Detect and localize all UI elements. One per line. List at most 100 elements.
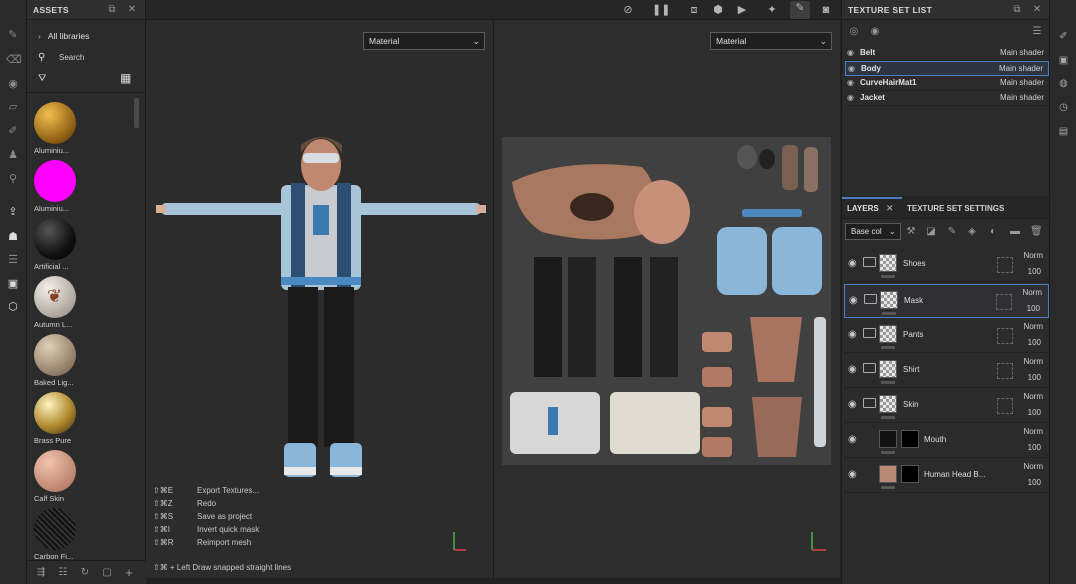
blend-mode-select[interactable]: Norm (1023, 462, 1043, 471)
close-tab-icon[interactable]: ✕ (886, 203, 894, 214)
viewport-2d[interactable]: Material ⌄ (494, 20, 840, 578)
material-item[interactable]: Brass Pure (34, 392, 94, 445)
layer-mask-slot[interactable] (997, 328, 1013, 344)
refresh-icon[interactable]: ↻ (79, 567, 91, 579)
cube-icon[interactable]: ⬡ (6, 300, 20, 314)
scrollbar[interactable] (134, 98, 139, 128)
visibility-toggle-icon[interactable]: ◎ (848, 26, 860, 38)
layer-row-selected[interactable]: ◉ Mask Norm 100 (844, 284, 1049, 318)
opacity-value[interactable]: 100 (1028, 267, 1041, 276)
eye-icon[interactable]: ◉ (849, 295, 858, 306)
layer-row[interactable]: ◉ Shirt Norm 100 (844, 354, 1049, 388)
clone-icon[interactable]: ♟ (6, 148, 20, 162)
eye-icon[interactable]: ◉ (848, 434, 857, 445)
shader-name[interactable]: Main shader (999, 62, 1043, 76)
close-icon[interactable]: ✕ (1031, 4, 1043, 16)
add-paint-layer-icon[interactable]: ✎ (946, 226, 958, 238)
add-fill-layer-icon[interactable]: ◈ (966, 226, 978, 238)
screenshot-icon[interactable]: ◙ (818, 3, 834, 17)
properties-icon[interactable]: ✐ (1057, 30, 1070, 43)
layer-row[interactable]: ◉ Pants Norm 100 (844, 319, 1049, 353)
shader-name[interactable]: Main shader (1000, 91, 1044, 105)
blend-mode-select[interactable]: Norm (1023, 427, 1043, 436)
camera-icon[interactable]: ▶ (734, 3, 750, 17)
opacity-value[interactable]: 100 (1028, 478, 1041, 487)
display-settings-icon[interactable]: ▣ (1057, 54, 1070, 67)
undock-icon[interactable]: ⧉ (106, 4, 118, 16)
shader-name[interactable]: Main shader (1000, 76, 1044, 90)
import-icon[interactable]: ⇶ (35, 567, 47, 579)
eye-icon[interactable]: ◉ (848, 62, 855, 76)
layer-mask-slot[interactable] (997, 398, 1013, 414)
folder-icon[interactable] (864, 294, 877, 304)
log-icon[interactable]: ▤ (1057, 125, 1070, 138)
paint-mode-icon[interactable]: ✎ (790, 1, 810, 19)
breadcrumb[interactable]: › All libraries (38, 31, 89, 41)
opacity-value[interactable]: 100 (1027, 304, 1040, 313)
blend-mode-select[interactable]: Norm (1023, 251, 1043, 260)
material-item[interactable]: Calf Skin (34, 450, 94, 503)
eye-icon[interactable]: ◉ (848, 399, 857, 410)
library-icon[interactable]: ☷ (57, 567, 69, 579)
viewport-3d-mode-select[interactable]: Material ⌄ (363, 32, 485, 50)
texture-set-row[interactable]: ◉ Belt Main shader (845, 46, 1049, 61)
cube-view-icon[interactable]: ⬢ (710, 3, 726, 17)
eye-icon[interactable]: ◉ (848, 258, 857, 269)
add-mask-icon[interactable]: ◪ (925, 226, 937, 238)
layer-mask-thumbnail[interactable] (901, 465, 919, 483)
texture-set-row[interactable]: ◉ Jacket Main shader (845, 91, 1049, 106)
bake-icon[interactable]: ☗ (6, 230, 20, 244)
eye-icon[interactable]: ◉ (847, 91, 854, 105)
search-input[interactable]: Search (59, 53, 84, 62)
close-icon[interactable]: ✕ (126, 4, 138, 16)
layer-row[interactable]: ◉ Shoes Norm 100 (844, 248, 1049, 282)
blend-mode-select[interactable]: Norm (1023, 322, 1043, 331)
presets-icon[interactable]: ▣ (6, 277, 20, 291)
eraser-icon[interactable]: ⌫ (6, 53, 22, 67)
grid-view-icon[interactable]: ▦ (120, 71, 131, 85)
blend-mode-select[interactable]: Norm (1022, 288, 1042, 297)
color-picker-icon[interactable]: ⚲ (6, 172, 20, 186)
folder-icon[interactable] (863, 257, 876, 267)
export-icon[interactable]: ⇪ (6, 205, 20, 219)
new-folder-icon[interactable]: ▢ (101, 567, 113, 579)
add-folder-icon[interactable]: ▬ (1009, 226, 1021, 238)
material-item[interactable]: ❦ Autumn L... (34, 276, 94, 329)
add-smart-material-icon[interactable]: ◐ (987, 226, 999, 238)
material-item[interactable]: Aluminiu... (34, 160, 94, 213)
material-item[interactable]: Carbon Fi... (34, 508, 94, 561)
paint-brush-icon[interactable]: ✎ (6, 28, 20, 42)
layer-mask-slot[interactable] (997, 363, 1013, 379)
viewport-3d[interactable]: Material ⌄ ⇧⌘E Export Textures... ⇧⌘Z Redo … (146, 20, 493, 578)
folder-open-icon[interactable] (863, 398, 876, 408)
pause-icon[interactable]: ❚❚ (652, 3, 670, 17)
opacity-value[interactable]: 100 (1028, 338, 1041, 347)
smudge-icon[interactable]: ✐ (6, 124, 20, 138)
folder-icon[interactable] (863, 328, 876, 338)
eye-icon[interactable]: ◉ (848, 469, 857, 480)
blend-mode-select[interactable]: Norm (1023, 357, 1043, 366)
add-icon[interactable]: + (123, 566, 135, 579)
material-item[interactable]: Baked Lig... (34, 334, 94, 387)
delete-icon[interactable]: 🗑 (1030, 226, 1043, 238)
layer-mask-slot[interactable] (997, 257, 1013, 273)
texture-set-row[interactable]: ◉ CurveHairMat1 Main shader (845, 76, 1049, 91)
eye-icon[interactable]: ◉ (848, 364, 857, 375)
projection-icon[interactable]: ◉ (6, 77, 20, 91)
material-item[interactable]: Aluminiu... (34, 102, 94, 155)
view-mode-icon[interactable]: ⧈ (686, 3, 702, 17)
tab-layers[interactable]: LAYERS (847, 204, 879, 213)
texture-set-row-selected[interactable]: ◉ Body Main shader (845, 61, 1049, 76)
undock-icon[interactable]: ⧉ (1011, 4, 1023, 16)
tab-texture-set-settings[interactable]: TEXTURE SET SETTINGS (907, 204, 1004, 213)
eye-icon[interactable]: ◉ (869, 26, 881, 38)
folder-icon[interactable] (863, 363, 876, 373)
filter-icon[interactable]: ⛛ (38, 73, 46, 84)
eye-icon[interactable]: ◉ (848, 329, 857, 340)
layer-row[interactable]: ◉ Skin Norm 100 (844, 389, 1049, 423)
material-item[interactable]: Artificial ... (34, 218, 94, 271)
shader-settings-icon[interactable]: ◍ (1057, 77, 1070, 90)
hide-icon[interactable]: ⊘ (620, 3, 636, 17)
layer-row[interactable]: ◉ Human Head B... Norm 100 (844, 459, 1049, 493)
add-effect-icon[interactable]: ⚒ (905, 226, 917, 238)
